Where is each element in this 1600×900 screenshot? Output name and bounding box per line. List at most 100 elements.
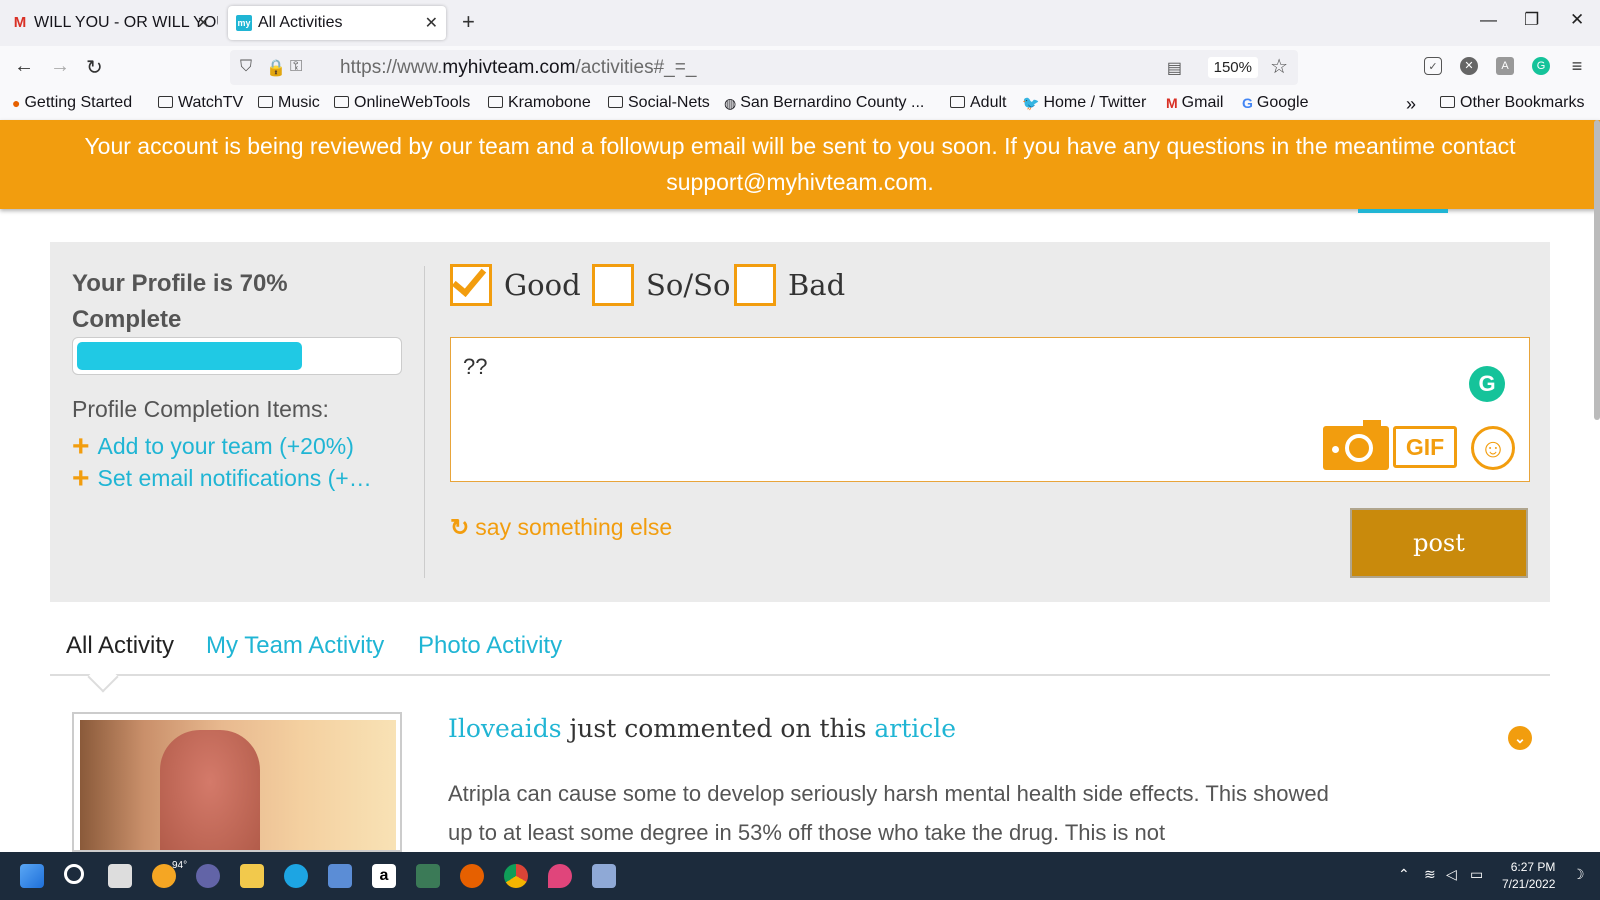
say-something-else-label: say something else <box>475 514 673 540</box>
extension-icon[interactable]: A <box>1496 57 1514 75</box>
url-path: /activities#_=_ <box>575 57 697 78</box>
amazon-icon[interactable]: a <box>372 864 396 888</box>
feed-article-link[interactable]: article <box>874 714 956 743</box>
plus-icon: + <box>72 462 90 494</box>
camera-icon[interactable] <box>1323 420 1389 470</box>
folder-icon <box>950 96 965 108</box>
tab-gmail[interactable]: M WILL YOU - OR WILL YOU ✕ <box>4 6 218 40</box>
tab-photo-activity[interactable]: Photo Activity <box>418 632 562 660</box>
close-tab-icon[interactable]: ✕ <box>425 13 438 33</box>
bookmark-twitter[interactable]: 🐦 Home / Twitter <box>1022 94 1146 112</box>
bookmark-kramobone[interactable]: Kramobone <box>488 94 591 112</box>
emoji-icon[interactable]: ☺ <box>1471 426 1515 470</box>
bookmark-music[interactable]: Music <box>258 94 320 112</box>
bookmark-social-nets[interactable]: Social-Nets <box>608 94 710 112</box>
permissions-icon[interactable]: ⚿ <box>290 58 302 76</box>
url-bar[interactable]: ⛉ 🔒 ⚿ https://www.myhivteam.com/activiti… <box>230 50 1298 85</box>
tab-strip: M WILL YOU - OR WILL YOU ✕ my All Activi… <box>0 0 1600 46</box>
start-icon[interactable] <box>20 864 44 888</box>
bookmark-star-icon[interactable]: ☆ <box>1270 54 1288 79</box>
back-icon[interactable]: ← <box>14 55 34 78</box>
bookmark-watchtv[interactable]: WatchTV <box>158 94 243 112</box>
bookmark-gmail[interactable]: M Gmail <box>1166 94 1223 112</box>
bookmark-label: WatchTV <box>178 94 244 111</box>
grammarly-icon[interactable]: G <box>1469 366 1505 402</box>
grammarly-extension-icon[interactable]: G <box>1532 57 1550 75</box>
clock-date: 7/21/2022 <box>1502 877 1556 891</box>
bookmark-onlinewebtools[interactable]: OnlineWebTools <box>334 94 470 112</box>
feed-user-link[interactable]: Iloveaids <box>448 714 562 743</box>
reload-icon[interactable]: ↻ <box>86 55 103 80</box>
mood-checkbox[interactable] <box>734 264 776 306</box>
store-icon[interactable] <box>328 864 352 888</box>
profile-items-heading: Profile Completion Items: <box>72 396 329 422</box>
menu-icon[interactable]: ≡ <box>1568 57 1586 75</box>
task-view-icon[interactable] <box>108 864 132 888</box>
firefox-icon[interactable] <box>460 864 484 888</box>
url-text: https://www.myhivteam.com/activities#_=_ <box>340 57 696 79</box>
gmail-icon: M <box>1166 95 1178 111</box>
chevron-up-icon[interactable]: ⌃ <box>1398 866 1410 883</box>
say-something-else-link[interactable]: ↻ say something else <box>450 514 672 541</box>
account-review-banner: Your account is being reviewed by our te… <box>0 120 1600 209</box>
close-tab-icon[interactable]: ✕ <box>197 13 210 33</box>
extension-icon[interactable]: ✕ <box>1460 57 1478 75</box>
post-button[interactable]: post <box>1350 508 1528 578</box>
chrome-icon[interactable] <box>504 864 528 888</box>
bookmark-other[interactable]: Other Bookmarks <box>1440 94 1584 112</box>
temperature: 94° <box>172 860 188 871</box>
bookmark-adult[interactable]: Adult <box>950 94 1006 112</box>
firefox-icon: ● <box>12 95 21 111</box>
notification-icon[interactable]: ☽ <box>1572 866 1585 883</box>
zoom-level[interactable]: 150% <box>1207 57 1258 78</box>
mood-soso[interactable]: So/So <box>592 264 730 306</box>
bookmark-san-bernardino[interactable]: ◍ San Bernardino County ... <box>724 94 924 112</box>
bookmark-google[interactable]: G Google <box>1242 94 1308 112</box>
chevron-right-icon[interactable]: » <box>1406 94 1416 115</box>
bookmark-label: San Bernardino County ... <box>740 94 925 111</box>
clock[interactable]: 6:27 PM 7/21/2022 <box>1502 859 1555 893</box>
wifi-icon[interactable]: ≋ <box>1424 866 1436 883</box>
tab-my-team-activity[interactable]: My Team Activity <box>206 632 384 660</box>
google-icon: G <box>1242 95 1253 111</box>
feed-body-text: Atripla can cause some to develop seriou… <box>448 781 1329 845</box>
mood-checkbox[interactable] <box>592 264 634 306</box>
mood-checkbox[interactable] <box>450 260 492 306</box>
feed-photo[interactable] <box>72 712 402 852</box>
app-icon[interactable] <box>416 864 440 888</box>
active-tab-caret <box>87 661 119 693</box>
page-scrollbar[interactable] <box>1594 120 1600 420</box>
chat-icon[interactable] <box>196 864 220 888</box>
app-icon[interactable] <box>592 864 616 888</box>
battery-icon[interactable]: ▭ <box>1470 866 1483 883</box>
tab-all-activity[interactable]: All Activity <box>66 632 174 660</box>
profile-item-add-team[interactable]: + Add to your team (+20%) <box>72 428 402 462</box>
reader-view-icon[interactable]: ▤ <box>1167 58 1182 78</box>
mood-bad[interactable]: Bad <box>734 264 845 306</box>
shield-icon[interactable]: ⛉ <box>240 58 252 76</box>
mood-label: Bad <box>788 268 846 302</box>
taskbar: 94° a ⌃ ≋ ◁ ▭ 6:27 PM 7/21/2022 ☽ <box>0 852 1600 900</box>
bookmark-getting-started[interactable]: ● Getting Started <box>12 94 132 112</box>
minimize-icon[interactable]: — <box>1480 10 1497 30</box>
folder-icon <box>608 96 623 108</box>
volume-icon[interactable]: ◁ <box>1446 866 1457 883</box>
pocket-icon[interactable]: ✓ <box>1424 57 1442 75</box>
new-tab-icon[interactable]: + <box>462 9 475 35</box>
folder-icon <box>488 96 503 108</box>
file-explorer-icon[interactable] <box>240 864 264 888</box>
edge-icon[interactable] <box>284 864 308 888</box>
close-window-icon[interactable]: ✕ <box>1570 10 1584 30</box>
chevron-down-icon[interactable]: ⌄ <box>1508 726 1532 750</box>
profile-item-email-notifications[interactable]: + Set email notifications (+… <box>72 460 402 494</box>
lock-icon[interactable]: 🔒 <box>266 58 286 78</box>
forward-icon[interactable]: → <box>50 55 70 78</box>
mood-good[interactable]: Good <box>450 260 581 306</box>
feed-action-text: just commented on this <box>561 714 875 743</box>
app-icon[interactable] <box>548 864 572 888</box>
search-icon[interactable] <box>64 864 84 884</box>
post-textarea[interactable]: ?? G GIF ☺ <box>450 337 1530 482</box>
tab-all-activities[interactable]: my All Activities ✕ <box>228 6 446 40</box>
gif-button[interactable]: GIF <box>1393 426 1457 468</box>
restore-icon[interactable]: ❐ <box>1524 10 1539 30</box>
